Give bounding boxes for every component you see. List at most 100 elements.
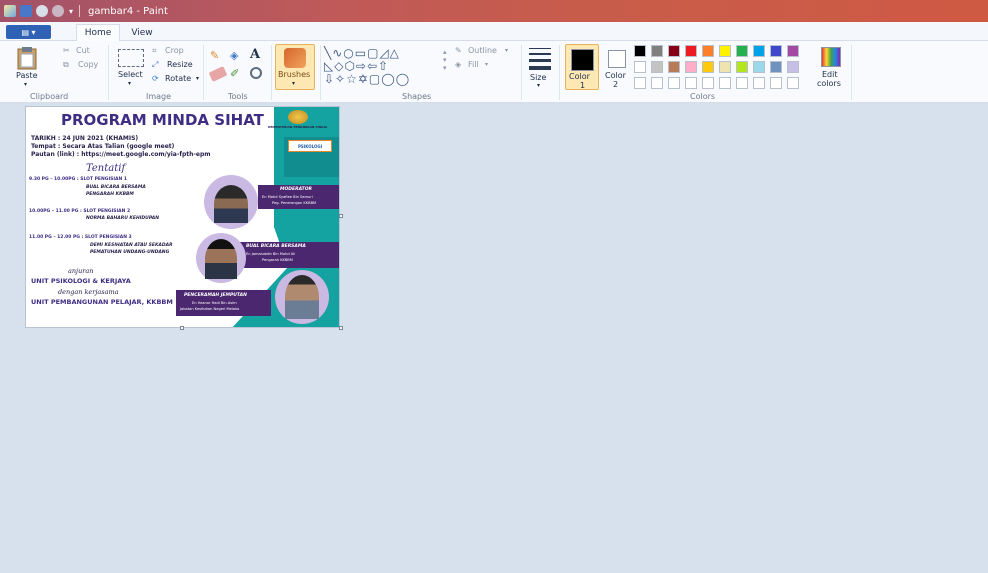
- size-button[interactable]: Size ▾: [525, 44, 555, 90]
- copy-button[interactable]: ⧉ Copy: [63, 60, 107, 72]
- palette-swatch[interactable]: [787, 45, 799, 57]
- ribbon-separator: [271, 45, 272, 100]
- selection-rectangle-icon: [118, 49, 144, 67]
- ribbon-separator: [108, 45, 109, 100]
- palette-swatch[interactable]: [719, 45, 731, 57]
- resize-button[interactable]: ⤢ Resize: [152, 60, 196, 72]
- palette-swatch[interactable]: [736, 45, 748, 57]
- outline-icon: ✎: [455, 46, 462, 55]
- customize-quick-access-icon[interactable]: ▾: [69, 7, 73, 16]
- palette-swatch[interactable]: [753, 61, 765, 73]
- edit-colors-line2: colors: [817, 79, 841, 88]
- moderator-name: En Mohd Syafiee Bin Samuri: [262, 195, 313, 199]
- rotate-icon: ⟳: [152, 74, 159, 83]
- shapes-gallery[interactable]: ╲∿○▭▢◿△ ◺◇⬡⇨⇦⇧ ⇩✧☆✡▢◯◯: [322, 45, 454, 89]
- palette-swatch[interactable]: [702, 45, 714, 57]
- palette-swatch[interactable]: [634, 45, 646, 57]
- palette-swatch[interactable]: [668, 45, 680, 57]
- color-2-number: 2: [613, 80, 619, 89]
- moderator-title: MODERATOR: [280, 187, 312, 192]
- rotate-button[interactable]: ⟳ Rotate ▾: [152, 74, 204, 86]
- custom-color-slot[interactable]: [668, 77, 680, 89]
- palette-swatch[interactable]: [651, 45, 663, 57]
- group-label-image: Image: [146, 92, 172, 101]
- custom-color-slot[interactable]: [685, 77, 697, 89]
- pencil-icon[interactable]: ✎: [210, 49, 226, 63]
- palette-swatch[interactable]: [668, 61, 680, 73]
- chevron-down-icon: ▾: [24, 81, 28, 88]
- cut-label: Cut: [76, 46, 90, 55]
- ribbon-tab-row: ▤ ▾ Home View: [0, 22, 988, 41]
- cut-button[interactable]: ✂ Cut: [63, 46, 103, 58]
- custom-color-slot[interactable]: [634, 77, 646, 89]
- paint-app-icon: [4, 5, 16, 17]
- palette-swatch[interactable]: [685, 61, 697, 73]
- palette-swatch[interactable]: [770, 45, 782, 57]
- crop-button[interactable]: ⌗ Crop: [152, 46, 192, 58]
- undo-icon[interactable]: [36, 5, 48, 17]
- poster-date: TARIKH : 24 JUN 2021 (KHAMIS): [31, 135, 139, 142]
- group-label-shapes: Shapes: [402, 92, 432, 101]
- tab-view[interactable]: View: [124, 24, 160, 41]
- poster-anjuran: anjuran: [68, 267, 94, 275]
- outline-button[interactable]: ✎ Outline ▾: [455, 46, 515, 58]
- resize-handle-bottom[interactable]: [180, 326, 184, 330]
- palette-swatch[interactable]: [685, 45, 697, 57]
- custom-color-slot[interactable]: [702, 77, 714, 89]
- slot-3-time: 11.00 PG – 12.00 PG : SLOT PENGISIAN 3: [29, 235, 132, 240]
- brushes-label: Brushes: [278, 70, 311, 79]
- magnifier-icon[interactable]: [250, 67, 262, 79]
- edit-colors-button[interactable]: Edit colors: [815, 44, 847, 90]
- shapes-scroll-icon[interactable]: ▴ ▾ ▾: [443, 48, 447, 72]
- eraser-icon[interactable]: [208, 66, 228, 82]
- palette-swatch[interactable]: [634, 61, 646, 73]
- color-2-swatch: [608, 50, 626, 68]
- color-picker-icon[interactable]: ✐: [230, 67, 239, 80]
- color-1-button[interactable]: Color 1: [565, 44, 599, 90]
- shapes-row-3: ⇩✧☆✡▢◯◯: [324, 72, 411, 86]
- canvas-image[interactable]: KEMENTERIAN PENDIDIKAN TINGGI PSIKOLOGI …: [25, 106, 340, 328]
- custom-color-slot[interactable]: [753, 77, 765, 89]
- palette-swatch[interactable]: [770, 61, 782, 73]
- line-width-icon: [529, 48, 551, 49]
- slot-1-line-a: BUAL BICARA BERSAMA: [86, 185, 146, 190]
- custom-color-slot[interactable]: [719, 77, 731, 89]
- organizer-1: UNIT PSIKOLOGI & KERJAYA: [31, 277, 131, 285]
- slot-1-line-b: PENGARAH KKBBM: [86, 192, 134, 197]
- palette-swatch[interactable]: [753, 45, 765, 57]
- resize-handle-corner[interactable]: [339, 326, 343, 330]
- paste-button[interactable]: Paste ▾: [8, 44, 48, 90]
- poster-title: PROGRAM MINDA SIHAT: [61, 111, 264, 129]
- brushes-button[interactable]: Brushes ▾: [275, 44, 315, 90]
- palette-swatch[interactable]: [787, 61, 799, 73]
- custom-color-slot[interactable]: [651, 77, 663, 89]
- palette-swatch[interactable]: [651, 61, 663, 73]
- save-icon[interactable]: [20, 5, 32, 17]
- palette-swatch[interactable]: [736, 61, 748, 73]
- custom-color-slot[interactable]: [787, 77, 799, 89]
- tools-grid: ✎ ◈ A ✐: [208, 47, 268, 87]
- color-1-swatch: [571, 49, 594, 71]
- color-2-button[interactable]: Color 2: [602, 44, 632, 90]
- palette-swatch[interactable]: [719, 61, 731, 73]
- text-tool-icon[interactable]: A: [250, 47, 266, 63]
- tab-home[interactable]: Home: [76, 24, 120, 41]
- guest-speaker-role: Jabatan Kesihatan Negeri Melaka: [180, 307, 240, 311]
- color-1-label: Color: [569, 72, 590, 81]
- brush-icon: [284, 48, 306, 68]
- paste-label: Paste: [16, 71, 38, 80]
- fill-bucket-icon[interactable]: ◈: [230, 49, 246, 63]
- rainbow-palette-icon: [821, 47, 841, 67]
- file-menu-button[interactable]: ▤ ▾: [6, 25, 51, 39]
- custom-color-slot[interactable]: [770, 77, 782, 89]
- slot-1-time: 9.30 PG – 10.00PG : SLOT PENGISIAN 1: [29, 177, 127, 182]
- custom-color-slot[interactable]: [736, 77, 748, 89]
- redo-icon[interactable]: [52, 5, 64, 17]
- scissors-icon: ✂: [63, 46, 70, 55]
- palette-swatch[interactable]: [702, 61, 714, 73]
- chevron-down-icon: ▾: [292, 80, 296, 87]
- fill-button[interactable]: ◈ Fill ▾: [455, 60, 505, 72]
- select-button[interactable]: Select ▾: [113, 44, 149, 90]
- resize-handle-right[interactable]: [339, 214, 343, 218]
- director-title: BUAL BICARA BERSAMA: [246, 244, 306, 249]
